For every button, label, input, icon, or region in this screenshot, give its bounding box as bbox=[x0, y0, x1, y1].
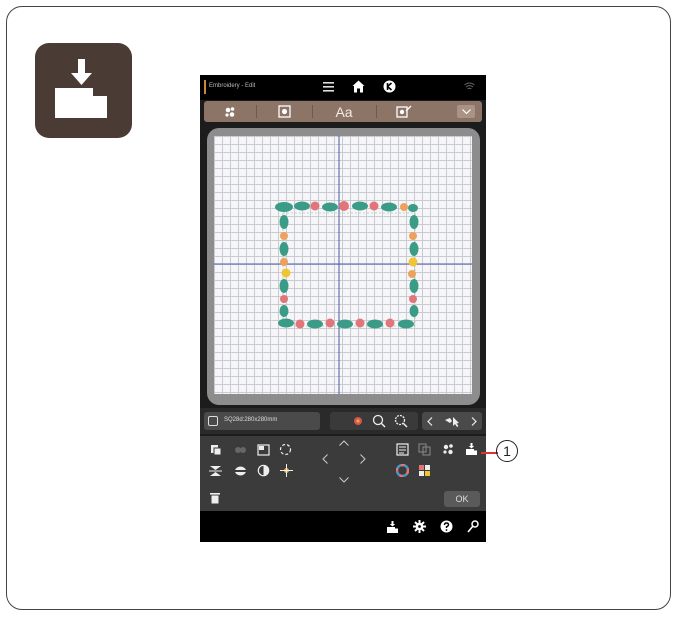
edit-tools-panel: OK bbox=[200, 436, 486, 511]
hoop-checkbox[interactable] bbox=[208, 416, 218, 426]
zoom-controls bbox=[330, 412, 418, 430]
save-icon[interactable] bbox=[386, 520, 399, 534]
layout-select-icon[interactable] bbox=[396, 443, 409, 456]
select-pointer-icon[interactable] bbox=[444, 415, 460, 427]
move-up-icon[interactable] bbox=[339, 440, 349, 446]
pattern-select-icon bbox=[277, 105, 291, 118]
delete-icon[interactable] bbox=[210, 492, 220, 504]
help-icon[interactable] bbox=[440, 520, 453, 533]
zoom-fit-icon[interactable] bbox=[394, 414, 408, 428]
mirror-horizontal-icon[interactable] bbox=[257, 464, 270, 477]
status-bar: Embroidery - Edit bbox=[200, 75, 486, 100]
tab-lettering[interactable]: Aa bbox=[318, 101, 370, 122]
center-icon[interactable] bbox=[280, 464, 293, 477]
embroidery-edit-screen: Embroidery - Edit Aa SQ28d:280x280mm OK bbox=[200, 75, 486, 542]
tab-edit[interactable] bbox=[382, 101, 426, 122]
chevron-left-icon[interactable] bbox=[427, 417, 433, 426]
collapse-button[interactable] bbox=[457, 105, 475, 118]
resize-icon[interactable] bbox=[257, 444, 270, 456]
hoop-size-selector[interactable]: SQ28d:280x280mm bbox=[204, 412, 320, 430]
floral-frame-design bbox=[275, 201, 419, 329]
chevron-right-icon[interactable] bbox=[471, 417, 477, 426]
tab-divider bbox=[312, 105, 313, 118]
wrench-icon[interactable] bbox=[467, 520, 479, 533]
duplicate-icon[interactable] bbox=[418, 443, 431, 456]
tab-pattern[interactable] bbox=[210, 101, 250, 122]
copy-icon[interactable] bbox=[210, 444, 222, 456]
callout-number: 1 bbox=[496, 440, 518, 462]
design-preview bbox=[214, 136, 472, 394]
flower-pattern-icon bbox=[225, 106, 235, 117]
tab-bar: Aa bbox=[204, 101, 482, 122]
wifi-icon bbox=[464, 82, 475, 90]
gear-icon[interactable] bbox=[413, 520, 426, 533]
tab-collapse[interactable] bbox=[454, 101, 478, 122]
home-icon[interactable] bbox=[352, 80, 365, 93]
mode-switch-icon[interactable] bbox=[383, 80, 396, 93]
array-icon[interactable] bbox=[234, 465, 247, 477]
group-icon[interactable] bbox=[234, 444, 247, 456]
menu-icon[interactable] bbox=[323, 82, 334, 92]
embroidery-canvas[interactable] bbox=[214, 136, 472, 394]
stitch-preview-icon[interactable] bbox=[352, 415, 364, 427]
tab-pattern-select[interactable] bbox=[262, 101, 306, 122]
tab-divider bbox=[376, 105, 377, 118]
color-sort-icon[interactable] bbox=[418, 464, 431, 477]
move-down-icon[interactable] bbox=[339, 477, 349, 483]
move-left-icon[interactable] bbox=[322, 454, 328, 464]
bottom-bar bbox=[200, 511, 486, 542]
move-right-icon[interactable] bbox=[360, 454, 366, 464]
save-file-icon bbox=[55, 59, 107, 118]
save-icon[interactable] bbox=[465, 442, 478, 456]
tab-divider bbox=[256, 105, 257, 118]
layout-nav-controls bbox=[422, 412, 482, 430]
color-palette-icon[interactable] bbox=[396, 464, 409, 477]
edit-pattern-icon bbox=[396, 105, 412, 118]
accent-marker bbox=[204, 80, 206, 94]
info-bar: SQ28d:280x280mm bbox=[200, 408, 486, 434]
screen-title: Embroidery - Edit bbox=[209, 83, 256, 89]
hoop-size-label: SQ28d:280x280mm bbox=[224, 417, 278, 423]
save-icon-tile bbox=[35, 43, 132, 138]
ok-button[interactable]: OK bbox=[444, 491, 480, 507]
mirror-vertical-icon[interactable] bbox=[209, 465, 222, 477]
collapse-chevron-icon bbox=[461, 109, 471, 114]
pattern-edit-icon[interactable] bbox=[441, 442, 456, 456]
rotate-icon[interactable] bbox=[279, 443, 292, 456]
zoom-in-icon[interactable] bbox=[372, 414, 386, 428]
